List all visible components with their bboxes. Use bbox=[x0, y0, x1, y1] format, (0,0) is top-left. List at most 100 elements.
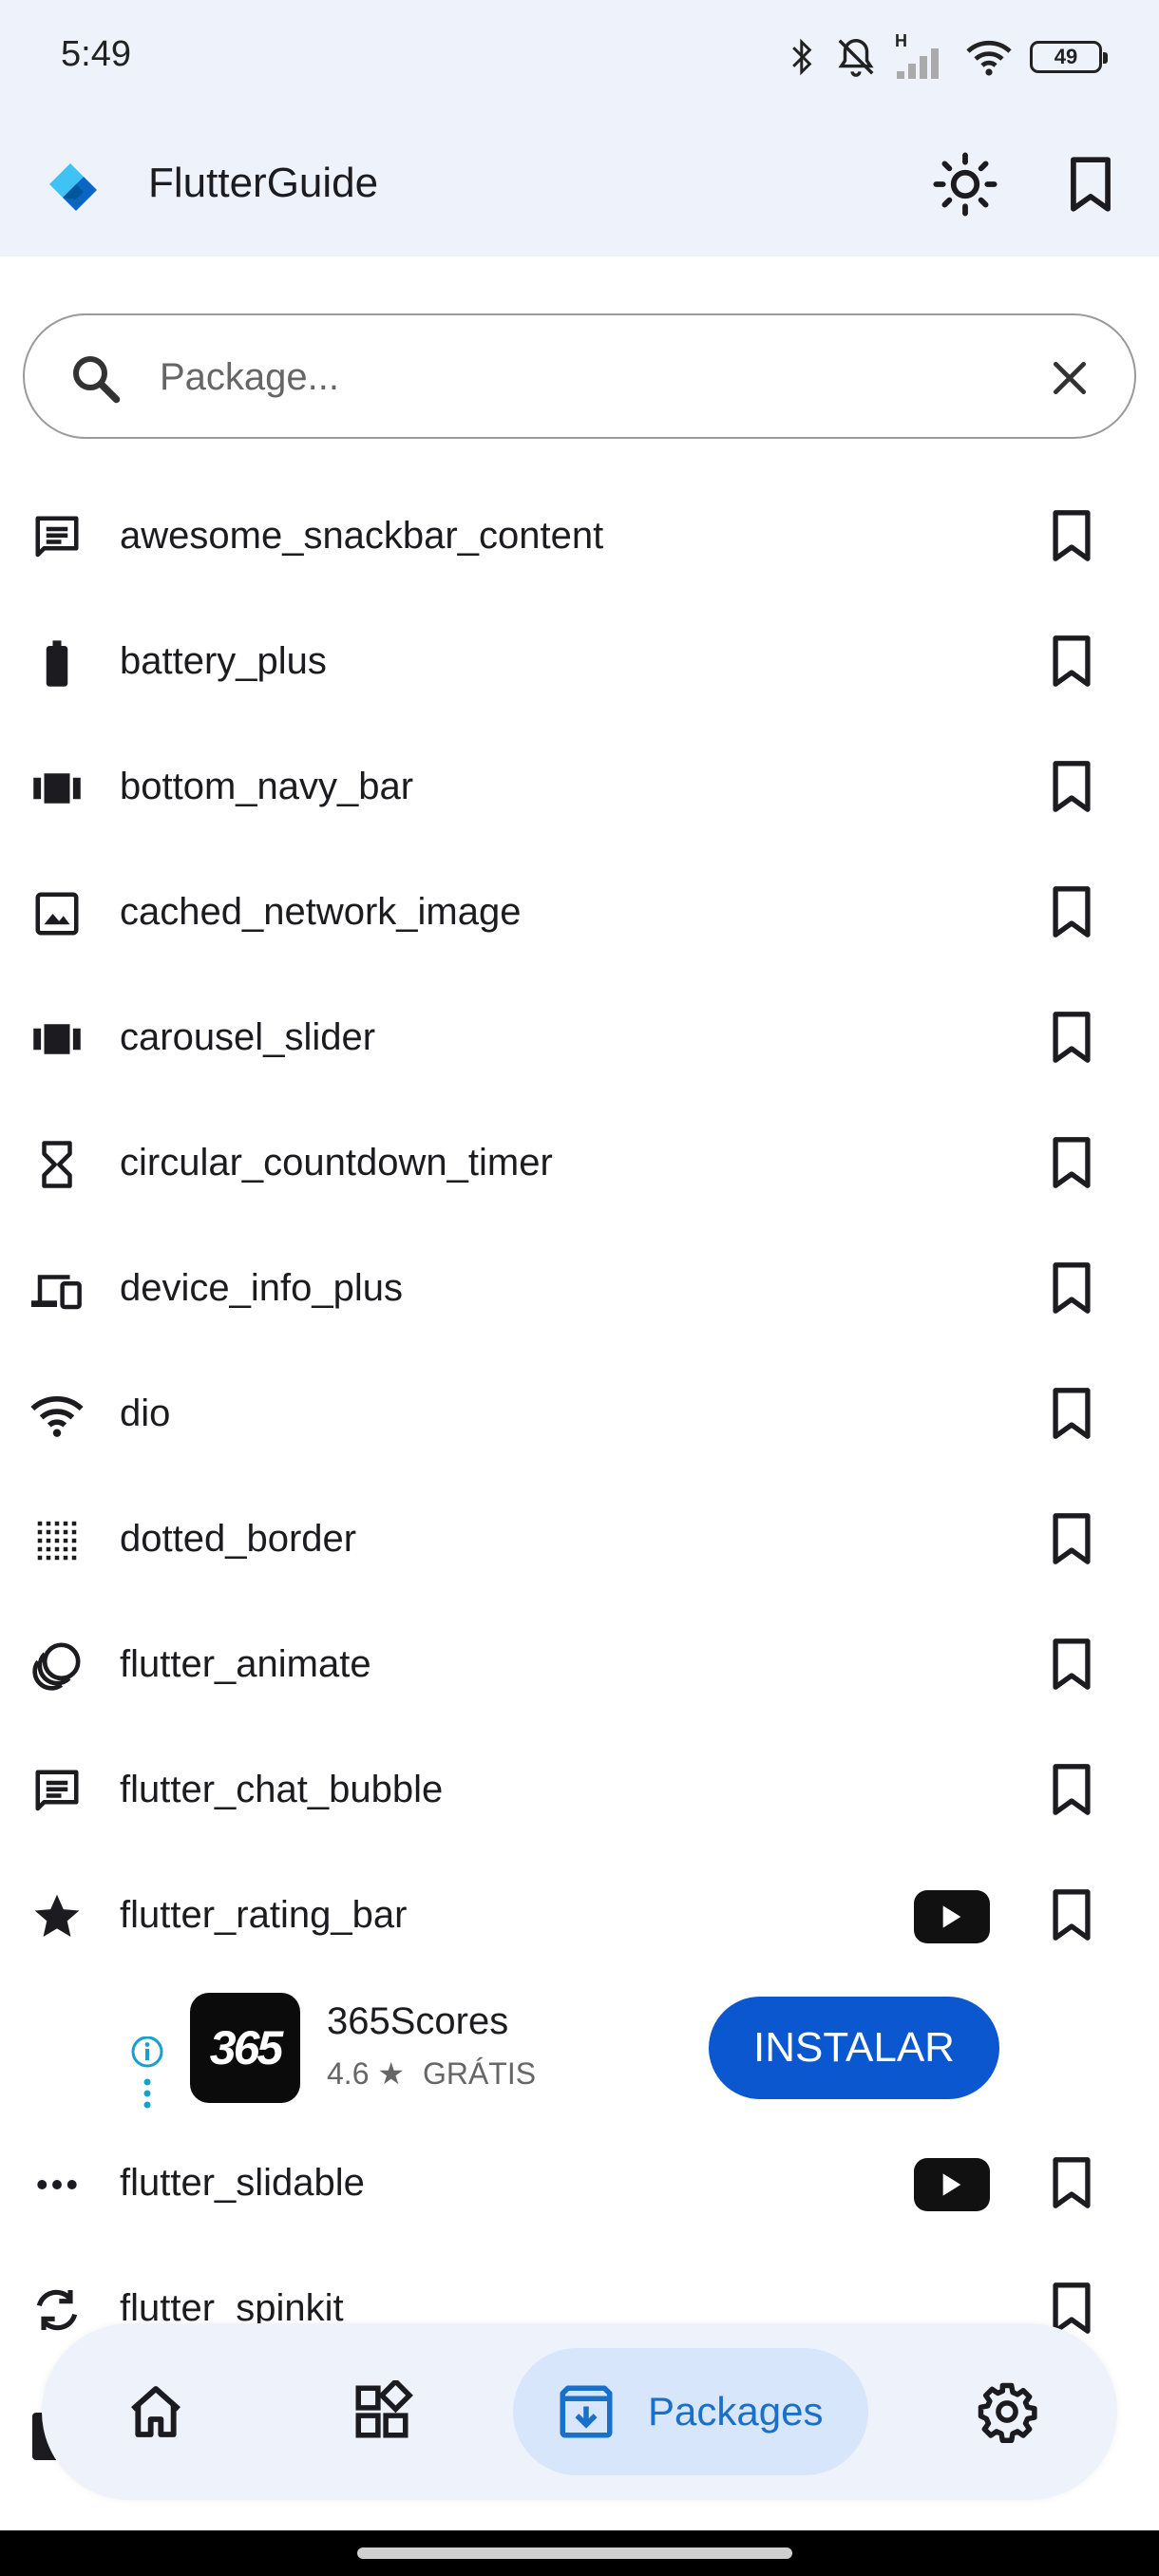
bookmark-icon bbox=[1053, 1764, 1091, 1815]
image-icon bbox=[27, 883, 87, 944]
bluetooth-icon bbox=[792, 38, 812, 76]
package-row[interactable]: dio bbox=[0, 1351, 1159, 1476]
packages-icon bbox=[560, 2385, 613, 2438]
carousel-icon bbox=[27, 1009, 87, 1070]
package-row[interactable]: bottom_navy_bar bbox=[0, 724, 1159, 849]
package-name: bottom_navy_bar bbox=[120, 766, 414, 807]
package-row[interactable]: dotted_border bbox=[0, 1476, 1159, 1601]
package-name: dotted_border bbox=[120, 1518, 357, 1560]
package-row[interactable]: flutter_chat_bubble bbox=[0, 1727, 1159, 1852]
bell-muted-icon bbox=[838, 39, 874, 77]
package-name: dio bbox=[120, 1392, 171, 1434]
bookmark-icon bbox=[1053, 1388, 1091, 1439]
flutter-logo-icon bbox=[49, 163, 97, 211]
bookmark-icon bbox=[1053, 635, 1091, 687]
package-name: battery_plus bbox=[120, 640, 327, 682]
nav-settings[interactable] bbox=[940, 2323, 1074, 2500]
theme-toggle-button[interactable] bbox=[925, 144, 1005, 224]
bottom-navigation-bar: Packages bbox=[42, 2323, 1117, 2500]
bookmark-package-button[interactable] bbox=[1041, 1258, 1102, 1318]
bookmark-package-button[interactable] bbox=[1041, 505, 1102, 566]
package-search-bar bbox=[23, 313, 1136, 439]
play-icon bbox=[942, 2173, 961, 2196]
bookmark-package-button[interactable] bbox=[1041, 1132, 1102, 1193]
dotted-border-icon bbox=[27, 1510, 87, 1571]
package-name: circular_countdown_timer bbox=[120, 1142, 553, 1184]
battery-icon bbox=[27, 633, 87, 693]
chat-icon bbox=[27, 507, 87, 568]
nav-home[interactable] bbox=[89, 2323, 222, 2500]
nav-widgets[interactable] bbox=[315, 2323, 448, 2500]
ad-app-logo: 365 bbox=[190, 1993, 300, 2103]
package-name: flutter_animate bbox=[120, 1643, 371, 1685]
play-icon bbox=[942, 1905, 961, 1928]
package-name: flutter_rating_bar bbox=[120, 1894, 408, 1936]
wifi-status-icon bbox=[966, 40, 1012, 76]
clear-search-button[interactable] bbox=[1039, 348, 1100, 408]
home-indicator[interactable] bbox=[357, 2548, 792, 2559]
nav-packages-label: Packages bbox=[648, 2389, 824, 2434]
package-row[interactable]: circular_countdown_timer bbox=[0, 1100, 1159, 1225]
nav-packages[interactable]: Packages bbox=[513, 2348, 868, 2475]
install-button[interactable]: INSTALAR bbox=[709, 1997, 999, 2099]
search-input[interactable] bbox=[160, 344, 1015, 410]
package-row[interactable]: flutter_animate bbox=[0, 1601, 1159, 1727]
bookmark-package-button[interactable] bbox=[1041, 1508, 1102, 1569]
app-title: FlutterGuide bbox=[148, 160, 379, 206]
settings-icon bbox=[978, 2382, 1037, 2443]
bookmark-package-button[interactable] bbox=[1041, 631, 1102, 691]
bookmark-icon bbox=[1053, 1262, 1091, 1314]
bookmark-package-button[interactable] bbox=[1041, 1759, 1102, 1820]
youtube-video-button[interactable] bbox=[914, 2158, 990, 2211]
bookmark-icon bbox=[1053, 1638, 1091, 1690]
package-name: awesome_snackbar_content bbox=[120, 515, 604, 557]
package-row[interactable]: carousel_slider bbox=[0, 975, 1159, 1100]
package-name: cached_network_image bbox=[120, 891, 522, 933]
status-bar: 5:49 H 49 bbox=[0, 0, 1159, 112]
bookmark-icon bbox=[1071, 157, 1111, 212]
bookmarks-button[interactable] bbox=[1051, 144, 1130, 224]
package-row[interactable]: cached_network_image bbox=[0, 849, 1159, 975]
bookmark-package-button[interactable] bbox=[1041, 2152, 1102, 2213]
bookmark-icon bbox=[1053, 1889, 1091, 1941]
sync-icon bbox=[27, 2280, 87, 2340]
system-gesture-bar bbox=[0, 2530, 1159, 2576]
bookmark-icon bbox=[1053, 761, 1091, 812]
package-row[interactable]: flutter_rating_bar bbox=[0, 1852, 1159, 1978]
wifi-icon bbox=[27, 1385, 87, 1446]
search-icon bbox=[73, 356, 121, 404]
package-row[interactable]: flutter_slidable bbox=[0, 2120, 1159, 2245]
ad-info-icon[interactable] bbox=[125, 2036, 169, 2122]
close-icon bbox=[1053, 361, 1087, 395]
carousel-icon bbox=[27, 758, 87, 819]
signal-icon bbox=[897, 48, 939, 79]
bookmark-package-button[interactable] bbox=[1041, 756, 1102, 817]
bookmark-package-button[interactable] bbox=[1041, 1634, 1102, 1695]
chat-icon bbox=[27, 1761, 87, 1822]
bookmark-package-button[interactable] bbox=[1041, 1885, 1102, 1945]
package-name: carousel_slider bbox=[120, 1016, 376, 1058]
widgets-icon bbox=[355, 2380, 413, 2438]
bookmark-icon bbox=[1053, 1012, 1091, 1063]
package-name: device_info_plus bbox=[120, 1267, 403, 1309]
more-horiz-icon bbox=[27, 2154, 87, 2215]
bookmark-package-button[interactable] bbox=[1041, 1383, 1102, 1444]
app-bar: FlutterGuide bbox=[0, 112, 1159, 256]
star-icon bbox=[27, 1886, 87, 1947]
package-row[interactable]: device_info_plus bbox=[0, 1225, 1159, 1351]
package-row[interactable]: battery_plus bbox=[0, 598, 1159, 724]
home-icon bbox=[131, 2386, 180, 2437]
rating-star-icon: ★ bbox=[377, 2056, 406, 2091]
bookmark-icon bbox=[1053, 886, 1091, 938]
youtube-video-button[interactable] bbox=[914, 1890, 990, 1943]
ad-banner[interactable]: 365 365Scores 4.6 ★ GRÁTIS INSTALAR bbox=[0, 1981, 1159, 2124]
ad-app-meta: 4.6 ★ GRÁTIS bbox=[327, 2055, 536, 2092]
ad-price: GRÁTIS bbox=[422, 2056, 537, 2091]
bookmark-package-button[interactable] bbox=[1041, 1007, 1102, 1068]
bookmark-package-button[interactable] bbox=[1041, 881, 1102, 942]
package-row[interactable]: awesome_snackbar_content bbox=[0, 473, 1159, 598]
package-name: flutter_slidable bbox=[120, 2162, 365, 2204]
status-time: 5:49 bbox=[61, 34, 131, 74]
ad-rating: 4.6 bbox=[327, 2056, 370, 2091]
bookmark-icon bbox=[1053, 1513, 1091, 1564]
